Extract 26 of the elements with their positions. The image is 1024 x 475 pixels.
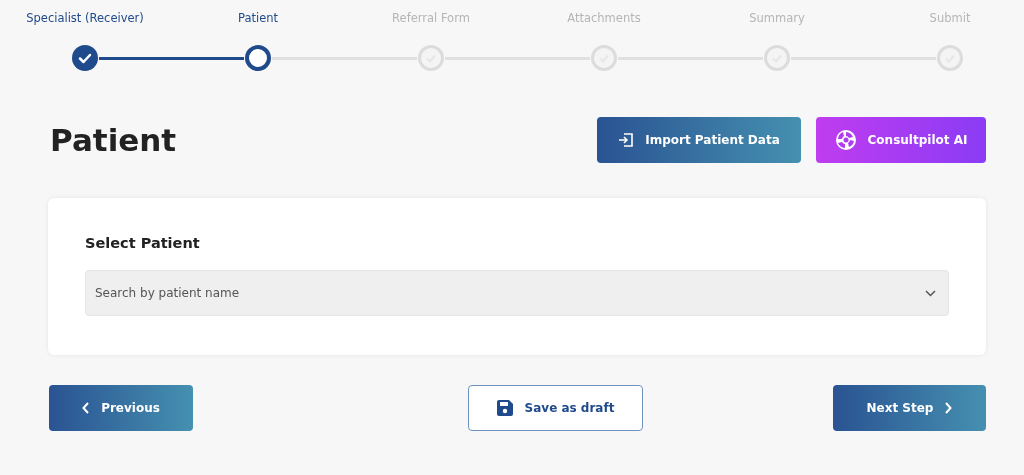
- save-icon: [495, 399, 514, 417]
- step-label: Submit: [929, 11, 971, 27]
- check-step-icon[interactable]: [71, 44, 99, 72]
- import-button[interactable]: Import Patient Data: [597, 117, 801, 163]
- chevron-right-icon: [944, 402, 953, 414]
- next-step-button[interactable]: Next Step: [833, 385, 986, 431]
- step-label: Specialist (Receiver): [26, 11, 144, 27]
- page-title: Patient: [50, 122, 178, 158]
- pending-step-icon[interactable]: [763, 44, 791, 72]
- chevron-down-icon: [925, 290, 936, 297]
- chevron-left-icon: [82, 402, 91, 414]
- step-label: Summary: [749, 11, 805, 27]
- current-step-icon[interactable]: [244, 44, 272, 72]
- swirl-logo-icon: [834, 129, 857, 151]
- pending-step-icon[interactable]: [417, 44, 445, 72]
- step-label: Patient: [237, 11, 278, 27]
- pending-step-icon[interactable]: [590, 44, 618, 72]
- import-icon: [618, 132, 635, 148]
- previous-button[interactable]: Previous: [49, 385, 193, 431]
- pending-step-icon[interactable]: [936, 44, 964, 72]
- step-label: Referral Form: [392, 11, 470, 27]
- section-title: Select Patient: [85, 235, 201, 251]
- patient-select[interactable]: Search by patient name: [85, 270, 949, 316]
- step-label: Attachments: [567, 11, 641, 27]
- ai-assistant-button[interactable]: Consultpilot AI: [816, 117, 986, 163]
- save-draft-button[interactable]: Save as draft: [467, 385, 643, 431]
